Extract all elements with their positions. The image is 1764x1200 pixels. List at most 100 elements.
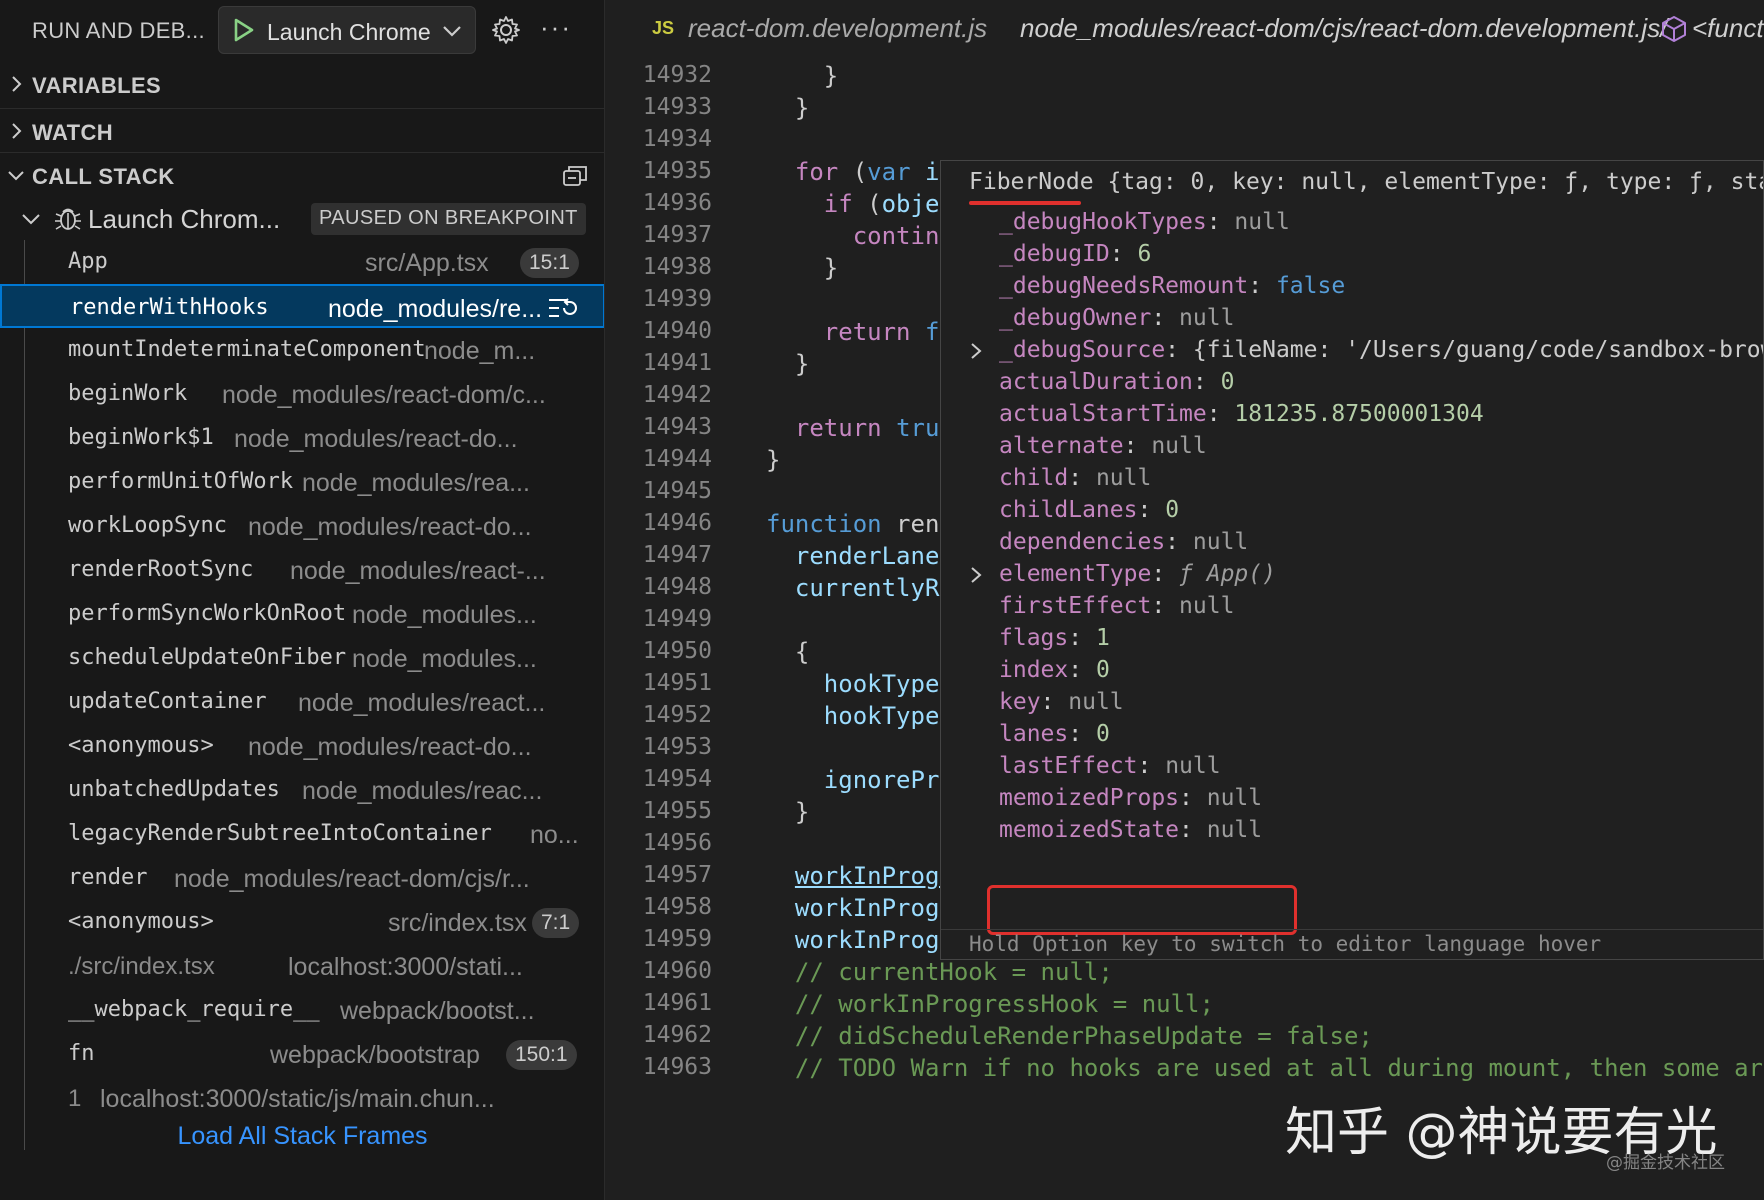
code-text: return f: [823, 318, 940, 346]
property-name: elementType: [999, 561, 1152, 587]
line-number: 14953: [642, 734, 712, 760]
debug-session-row[interactable]: Launch Chrom... PAUSED ON BREAKPOINT: [0, 196, 604, 240]
stack-frame[interactable]: beginWork$1 node_modules/react-do...: [0, 416, 604, 460]
line-number: 14957: [642, 862, 712, 888]
stack-frame-name: performSyncWorkOnRoot: [68, 601, 347, 626]
code-text: currentlyR: [794, 574, 940, 602]
stack-frame[interactable]: scheduleUpdateOnFiber node_modules...: [0, 636, 604, 680]
hover-property-row: alternate: null: [941, 429, 1763, 465]
play-icon[interactable]: [229, 16, 257, 44]
property-value: null: [1206, 817, 1263, 843]
hover-property-key: flags: 1: [999, 625, 1110, 651]
hover-property-key: key: null: [999, 689, 1124, 715]
stack-frame[interactable]: 1 localhost:3000/static/js/main.chun...: [0, 1076, 604, 1120]
hover-property-key: lanes: 0: [999, 721, 1110, 747]
hover-property-row[interactable]: _debugSource: {fileName: '/Users/guang/c…: [941, 333, 1763, 369]
code-text: hookType: [823, 670, 940, 698]
hover-property-key: firstEffect: null: [999, 593, 1235, 619]
breadcrumb-file[interactable]: react-dom.development.js: [688, 13, 987, 44]
stack-frame-name: scheduleUpdateOnFiber: [68, 645, 347, 670]
stack-frame[interactable]: ./src/index.tsx localhost:3000/stati...: [0, 944, 604, 988]
breadcrumb-path[interactable]: node_modules/react-dom/cjs/react-dom.dev…: [1020, 13, 1667, 44]
debug-hover-widget[interactable]: FiberNode {tag: 0, key: null, elementTyp…: [940, 160, 1764, 960]
stack-frame[interactable]: mountIndeterminateComponent node_m...: [0, 328, 604, 372]
hover-property-key: memoizedProps: null: [999, 785, 1263, 811]
stack-frame-name: beginWork: [68, 381, 188, 406]
hover-property-key: memoizedState: null: [999, 817, 1263, 843]
property-value: null: [1179, 305, 1235, 331]
line-number: 14943: [642, 414, 712, 440]
stack-frame[interactable]: <anonymous> node_modules/react-do...: [0, 724, 604, 768]
stack-frame[interactable]: workLoopSync node_modules/react-do...: [0, 504, 604, 548]
gear-icon[interactable]: [490, 14, 522, 46]
stack-frame-source: node_modules/re...: [328, 295, 543, 323]
stack-frame[interactable]: unbatchedUpdates node_modules/reac...: [0, 768, 604, 812]
stack-frame-source: webpack/bootst...: [340, 997, 535, 1025]
property-value: 0: [1095, 657, 1110, 683]
stack-frame-source: src/index.tsx: [388, 909, 527, 937]
section-label: WATCH: [32, 120, 114, 145]
stack-frame[interactable]: beginWork node_modules/react-dom/c...: [0, 372, 604, 416]
hover-property-key: dependencies: null: [999, 529, 1249, 555]
stack-frame-name: beginWork$1: [68, 425, 214, 450]
property-name: _debugID: [999, 241, 1110, 267]
hover-property-key: index: 0: [999, 657, 1110, 683]
stack-frame[interactable]: performSyncWorkOnRoot node_modules...: [0, 592, 604, 636]
property-value: ƒ App(): [1179, 561, 1276, 587]
line-number: 14952: [642, 702, 712, 728]
line-number: 14948: [642, 574, 712, 600]
line-number: 14944: [642, 446, 712, 472]
hover-property-row: lastEffect: null: [941, 749, 1763, 785]
stack-frame-source: node_modules/react-do...: [248, 513, 532, 541]
load-all-stack-frames-link[interactable]: Load All Stack Frames: [0, 1122, 604, 1151]
code-text: return tru: [794, 414, 940, 442]
code-text: function ren: [766, 510, 940, 538]
property-value: null: [1179, 593, 1235, 619]
property-name: child: [999, 465, 1069, 491]
breadcrumb-symbol[interactable]: <funct: [1692, 13, 1764, 44]
watch-section-header[interactable]: WATCH: [0, 108, 604, 152]
collapse-all-icon[interactable]: [561, 163, 589, 189]
hover-object-summary[interactable]: FiberNode {tag: 0, key: null, elementTyp…: [969, 169, 1763, 195]
stack-frame[interactable]: renderRootSync node_modules/react-...: [0, 548, 604, 592]
property-name: index: [999, 657, 1069, 683]
stack-frame-source: node_modules/react-do...: [248, 733, 532, 761]
stack-frame[interactable]: renderWithHooks node_modules/re...: [0, 284, 604, 328]
property-name: _debugHookTypes: [999, 209, 1207, 235]
variables-section-header[interactable]: VARIABLES: [0, 62, 604, 106]
hover-property-row[interactable]: elementType: ƒ App(): [941, 557, 1763, 593]
stack-frame-name: ./src/index.tsx: [68, 953, 215, 980]
stack-frame-source: src/App.tsx: [365, 249, 489, 277]
stack-frame[interactable]: <anonymous> src/index.tsx 7:1: [0, 900, 604, 944]
chevron-right-icon: [12, 76, 22, 92]
hover-property-row: childLanes: 0: [941, 493, 1763, 529]
launch-config-dropdown[interactable]: Launch Chrome: [218, 6, 476, 54]
stack-frame[interactable]: App src/App.tsx 15:1: [0, 240, 604, 284]
property-value: null: [1206, 785, 1263, 811]
hover-property-key: actualStartTime: 181235.87500001304: [999, 401, 1484, 427]
hover-hint-text: Hold Option key to switch to editor lang…: [969, 932, 1602, 956]
chevron-right-icon[interactable]: [967, 565, 985, 585]
hover-property-row: index: 0: [941, 653, 1763, 689]
stack-frame[interactable]: fn webpack/bootstrap 150:1: [0, 1032, 604, 1076]
line-number: 14940: [642, 318, 712, 344]
hover-property-row: child: null: [941, 461, 1763, 497]
stack-frame-source: node_modules/react...: [298, 689, 546, 717]
annotation-highlight-box: [987, 885, 1297, 935]
stack-frame[interactable]: performUnitOfWork node_modules/rea...: [0, 460, 604, 504]
stack-frame[interactable]: render node_modules/react-dom/cjs/r...: [0, 856, 604, 900]
stack-frame[interactable]: updateContainer node_modules/react...: [0, 680, 604, 724]
hover-property-key: _debugID: 6: [999, 241, 1152, 267]
hover-property-key: childLanes: 0: [999, 497, 1180, 523]
stack-frame[interactable]: legacyRenderSubtreeIntoContainer no...: [0, 812, 604, 856]
stack-frame-name: <anonymous>: [68, 909, 214, 934]
more-actions-icon[interactable]: ···: [540, 12, 572, 43]
call-stack-section-header[interactable]: CALL STACK: [0, 152, 604, 196]
code-line: 14961 // workInProgressHook = null;: [606, 986, 1764, 1022]
restart-frame-icon[interactable]: [547, 296, 577, 320]
chevron-right-icon[interactable]: [967, 341, 985, 361]
line-number: 14939: [642, 286, 712, 312]
property-name: memoizedProps: [999, 785, 1180, 811]
stack-frame[interactable]: __webpack_require__ webpack/bootst...: [0, 988, 604, 1032]
code-text: renderLane: [794, 542, 940, 570]
